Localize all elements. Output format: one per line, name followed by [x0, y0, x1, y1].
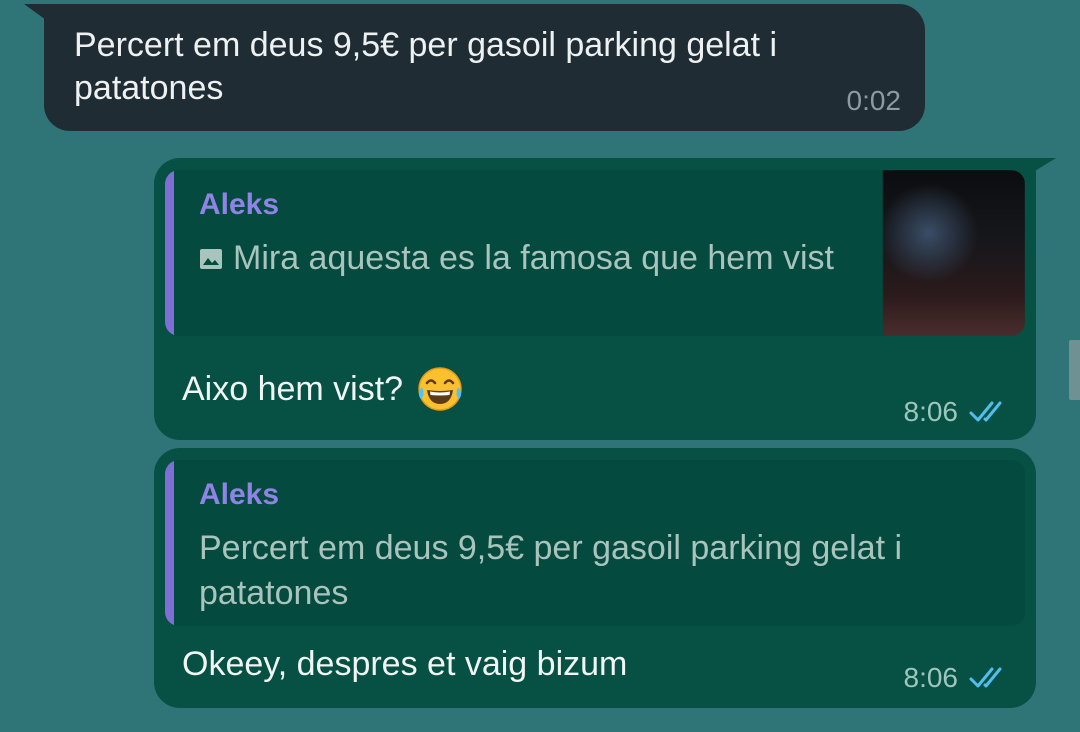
quoted-author: Aleks: [199, 188, 280, 221]
quoted-image-thumbnail[interactable]: [883, 170, 1025, 336]
quoted-text: Percert em deus 9,5€ per gasoil parking …: [199, 529, 903, 612]
incoming-message-text: Percert em deus 9,5€ per gasoil parking …: [74, 26, 778, 107]
quoted-text-wrap: Mira aquesta es la famosa que hem vist: [199, 236, 879, 281]
outgoing-message-time: 8:06: [903, 662, 959, 693]
outgoing-message-text-wrap: Aixo hem vist?: [182, 364, 465, 414]
double-check-read-icon: [969, 401, 1002, 422]
double-check-read-icon: [969, 667, 1002, 688]
quote-accent-bar: [165, 460, 174, 626]
scrollbar-thumb[interactable]: [1069, 340, 1080, 400]
quote-accent-bar: [165, 170, 174, 336]
outgoing-message-text: Aixo hem vist?: [182, 370, 404, 408]
outgoing-message-bubble[interactable]: Aleks Percert em deus 9,5€ per gasoil pa…: [154, 448, 1036, 708]
photo-icon: [200, 249, 222, 269]
outgoing-message-bubble[interactable]: Aleks Mira aquesta es la famosa que hem …: [154, 158, 1036, 440]
face-with-tears-of-joy-icon: [417, 367, 462, 411]
outgoing-message-text: Okeey, despres et vaig bizum: [182, 645, 628, 683]
outgoing-message-time: 8:06: [903, 396, 959, 427]
quoted-reply[interactable]: Aleks Percert em deus 9,5€ per gasoil pa…: [165, 460, 1025, 626]
message-meta: 8:06: [904, 396, 1013, 428]
incoming-message-bubble[interactable]: Percert em deus 9,5€ per gasoil parking …: [44, 4, 925, 131]
quoted-text: Mira aquesta es la famosa que hem vist: [233, 239, 834, 277]
incoming-bubble-tail: [24, 4, 46, 20]
quoted-reply[interactable]: Aleks Mira aquesta es la famosa que hem …: [165, 170, 1025, 336]
quoted-author: Aleks: [199, 478, 280, 511]
incoming-message-time: 0:02: [846, 85, 902, 116]
message-meta: 8:06: [904, 662, 1013, 694]
